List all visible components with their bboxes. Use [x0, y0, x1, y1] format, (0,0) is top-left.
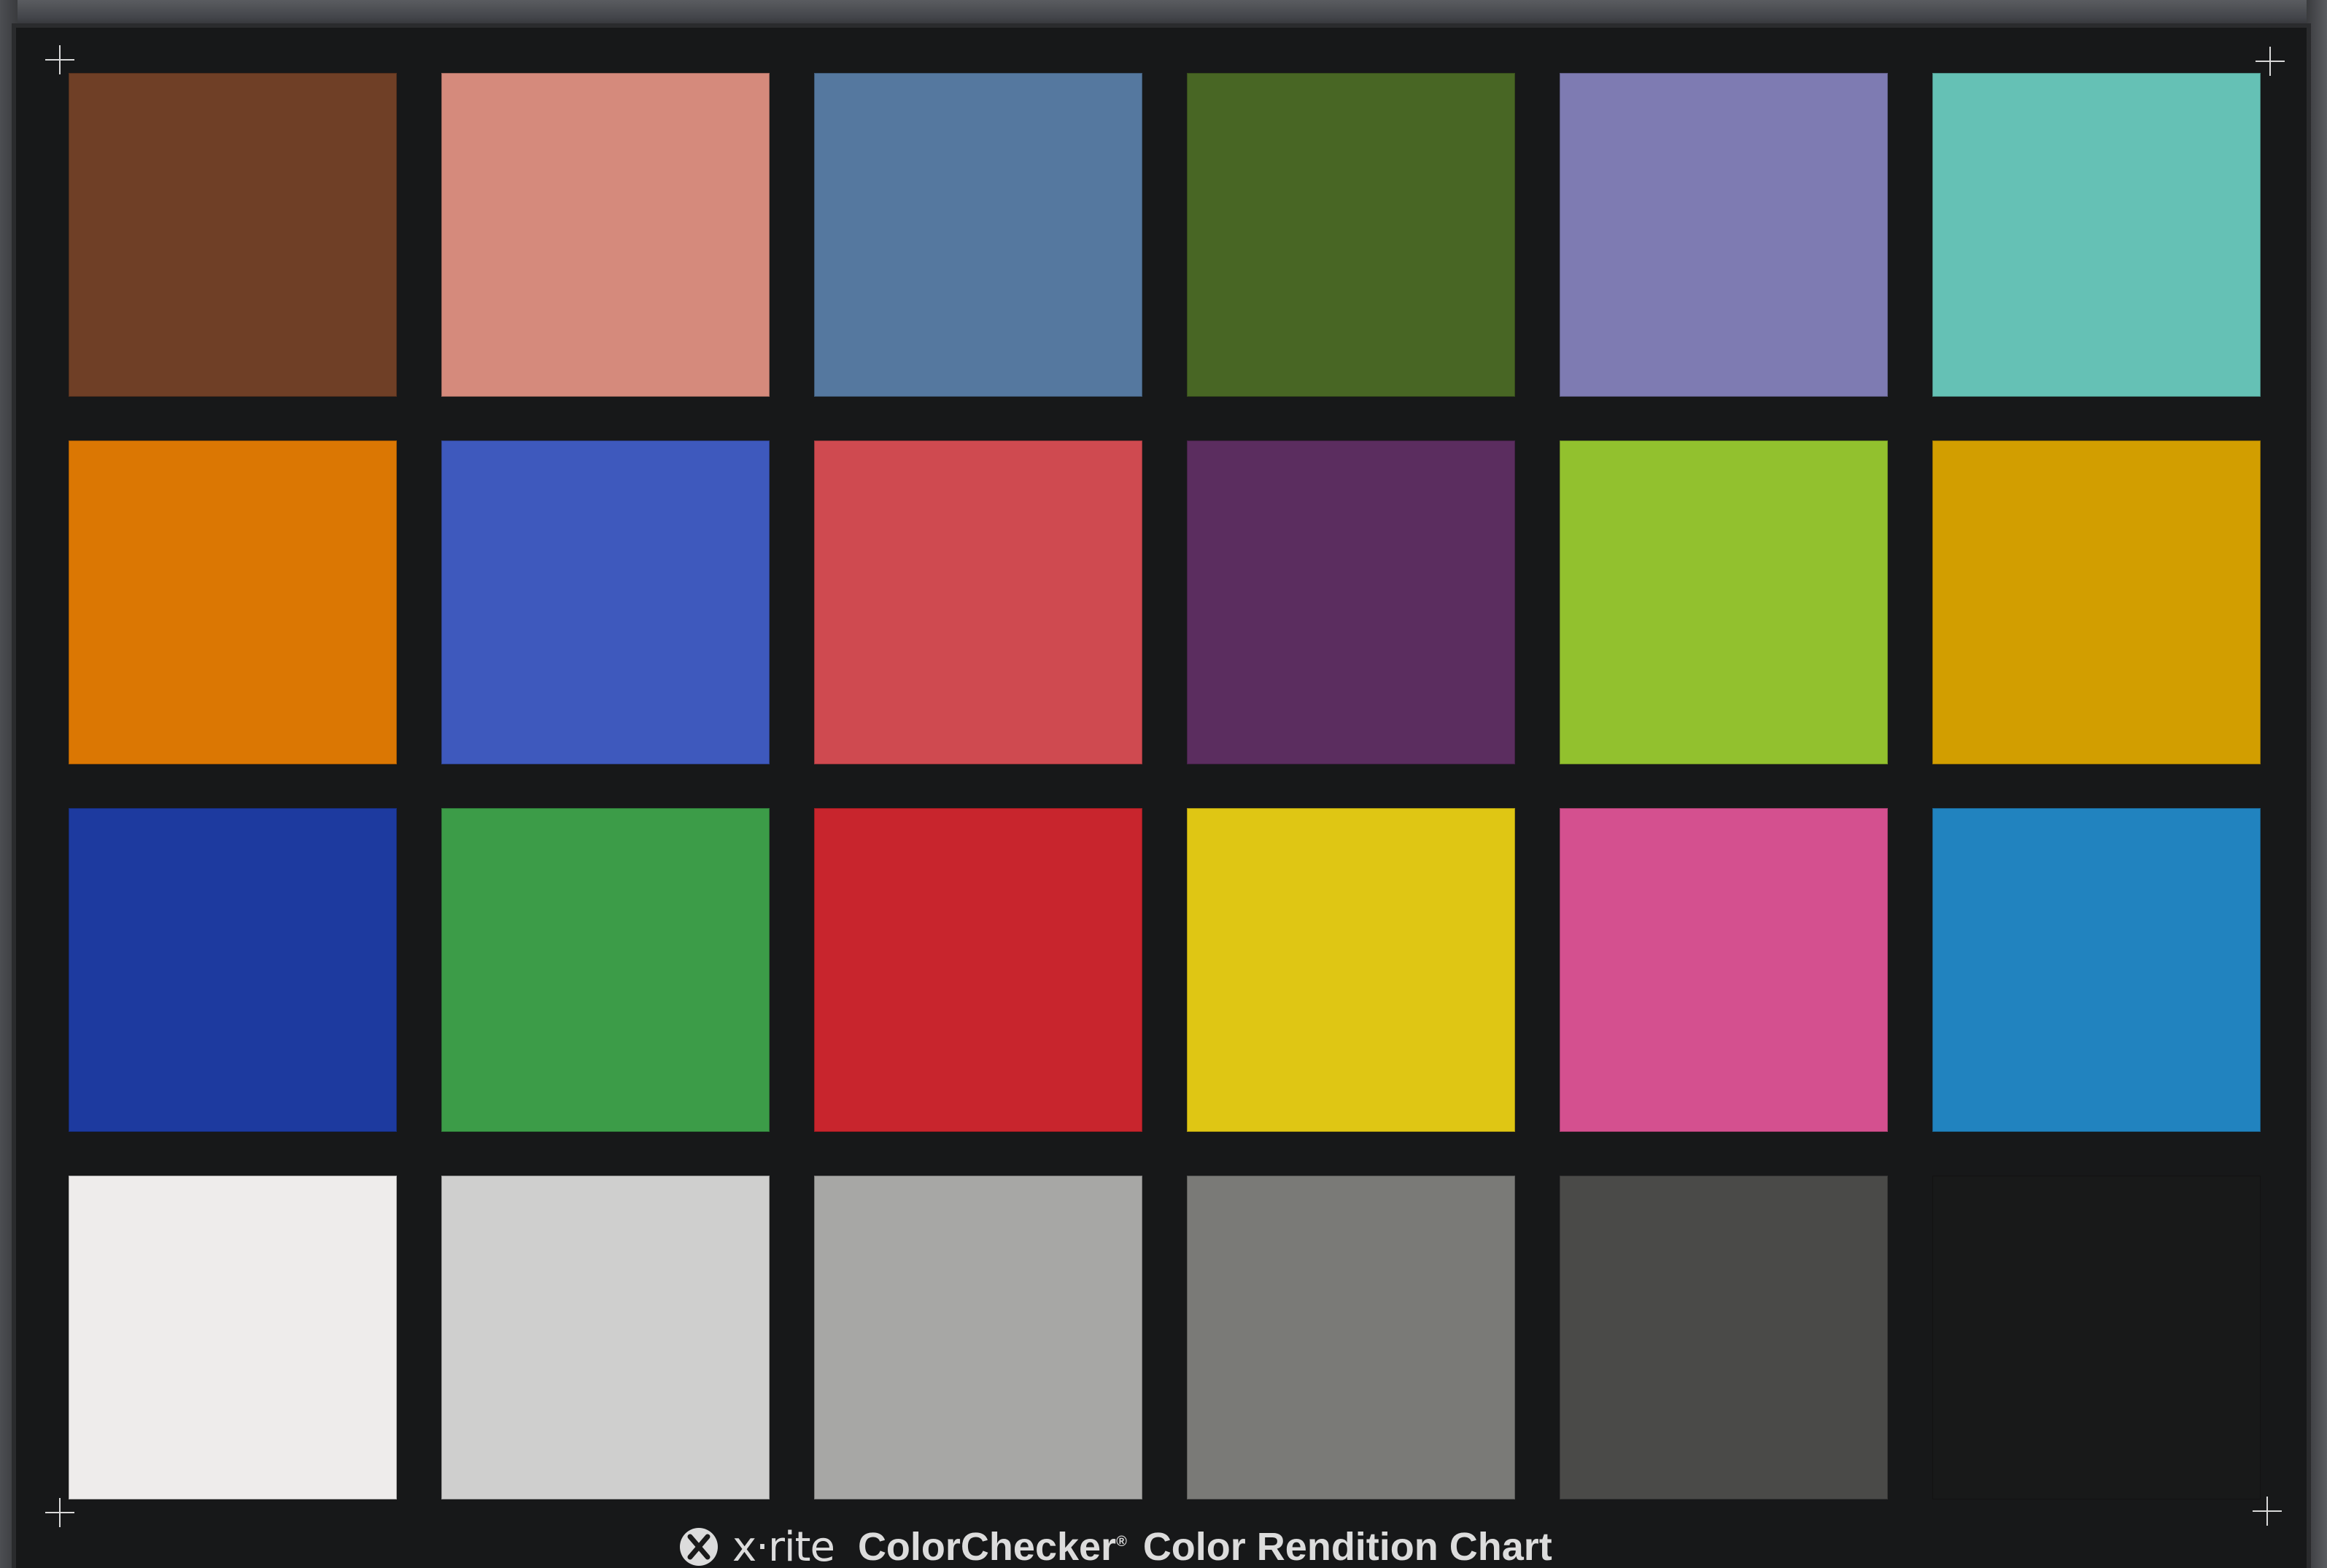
color-patch [69, 808, 397, 1132]
color-patch [441, 73, 770, 397]
color-patch [69, 73, 397, 397]
color-patch [1560, 73, 1888, 397]
color-patch [441, 808, 770, 1132]
xrite-logo-icon [678, 1526, 719, 1567]
brand-name: x·rite [732, 1523, 835, 1568]
color-patch [441, 440, 770, 764]
color-patch [1932, 1176, 2261, 1499]
color-patch [1932, 73, 2261, 397]
color-patch [1560, 440, 1888, 764]
color-patch [814, 1176, 1142, 1499]
color-patch [69, 440, 397, 764]
product-name-text: ColorChecker [857, 1525, 1117, 1568]
color-patch [69, 1176, 397, 1499]
color-patch [1560, 808, 1888, 1132]
chart-title: Color Rendition Chart [1142, 1525, 1552, 1568]
registered-mark: ® [1116, 1534, 1127, 1550]
registration-mark-top-left [45, 45, 74, 74]
color-patch [1560, 1176, 1888, 1499]
color-patch [814, 808, 1142, 1132]
product-name: ColorChecker® [858, 1524, 1127, 1568]
color-patch [1187, 440, 1515, 764]
color-patch [1932, 440, 2261, 764]
patch-grid [69, 73, 2261, 1502]
card-right-edge [2307, 0, 2327, 1568]
color-patch [1187, 73, 1515, 397]
color-patch [441, 1176, 770, 1499]
card-left-edge [0, 0, 18, 1568]
registration-mark-top-right [2256, 47, 2285, 76]
registration-mark-bottom-right [2253, 1497, 2282, 1526]
color-patch [1187, 808, 1515, 1132]
color-patch [1187, 1176, 1515, 1499]
chart-footer: x·rite ColorChecker® Color Rendition Cha… [678, 1523, 1552, 1568]
color-patch [814, 440, 1142, 764]
color-patch [1932, 808, 2261, 1132]
registration-mark-bottom-left [45, 1498, 74, 1527]
card-top-edge [0, 0, 2327, 29]
photo-background: x·rite ColorChecker® Color Rendition Cha… [0, 0, 2327, 1568]
color-patch [814, 73, 1142, 397]
